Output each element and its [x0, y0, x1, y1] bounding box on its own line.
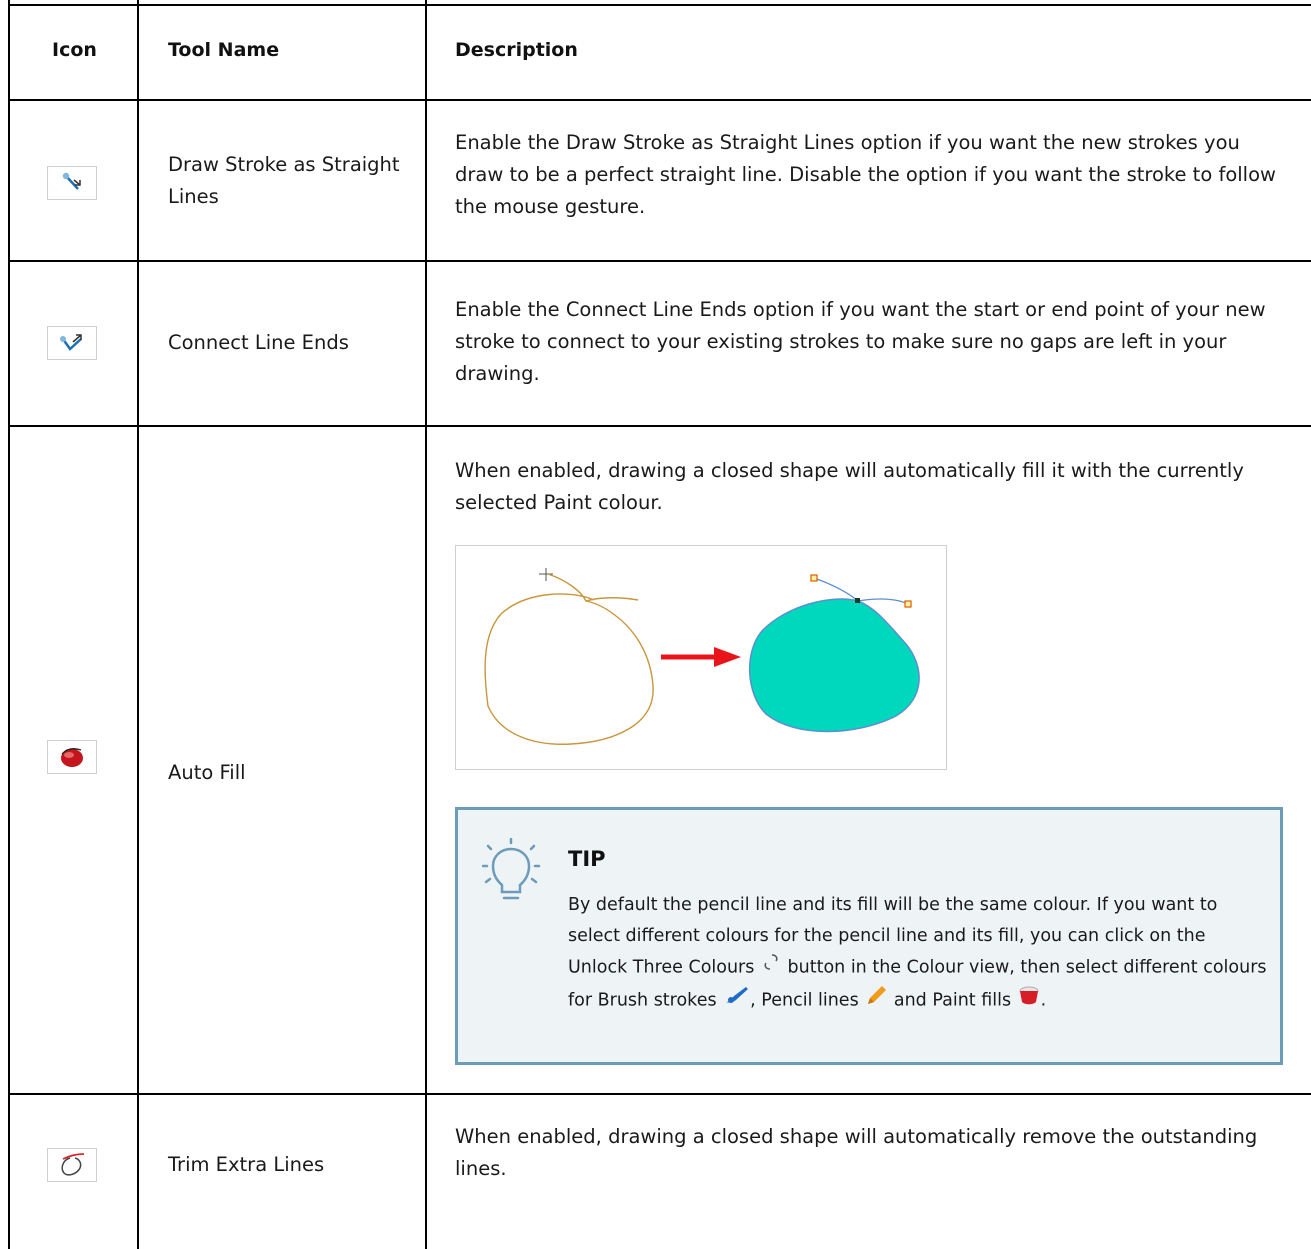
table-row-4-description: When enabled, drawing a closed shape wil…	[455, 1125, 1258, 1180]
draw-straight-lines-icon	[47, 166, 97, 200]
header-icon: Icon	[52, 39, 97, 61]
auto-fill-illustration	[455, 545, 947, 770]
tip-title: TIP	[568, 847, 606, 871]
table-row-1-description: Enable the Draw Stroke as Straight Lines…	[455, 131, 1276, 218]
table-row-3-description: When enabled, drawing a closed shape wil…	[455, 459, 1244, 514]
pencil-icon	[864, 984, 888, 1017]
auto-fill-icon	[47, 740, 97, 774]
header-description: Description	[455, 39, 578, 61]
paint-bucket-icon	[1017, 984, 1041, 1017]
tool-properties-table: Icon Tool Name Description Draw Stroke a…	[0, 0, 1311, 1249]
table-divider-col2	[425, 0, 427, 1249]
table-divider-row3	[8, 1093, 1311, 1095]
table-divider-row1	[8, 260, 1311, 262]
table-row-1-name: Draw Stroke as Straight Lines	[168, 153, 400, 208]
tip-text-part-3: , Pencil lines	[750, 990, 859, 1010]
tip-box: TIP By default the pencil line and its f…	[455, 807, 1283, 1065]
connect-line-ends-icon	[47, 326, 97, 360]
table-row-3-name: Auto Fill	[168, 761, 246, 784]
table-divider-row2	[8, 425, 1311, 427]
unlock-three-colours-icon	[760, 952, 782, 983]
tip-text: By default the pencil line and its fill …	[568, 890, 1268, 1017]
header-tool-name: Tool Name	[168, 39, 280, 61]
tip-text-part-4: and Paint fills	[893, 990, 1012, 1010]
table-row-2-description: Enable the Connect Line Ends option if y…	[455, 298, 1266, 385]
table-divider-col1	[137, 0, 139, 1249]
brush-icon	[722, 984, 750, 1017]
table-row-2-name: Connect Line Ends	[168, 331, 349, 354]
lightbulb-icon	[482, 838, 541, 900]
trim-extra-lines-icon	[47, 1148, 97, 1182]
auto-fill-illustration-svg	[484, 568, 920, 745]
tip-text-part-5: .	[1040, 990, 1047, 1010]
table-border-left	[8, 0, 10, 1249]
table-row-4-name: Trim Extra Lines	[168, 1153, 325, 1176]
